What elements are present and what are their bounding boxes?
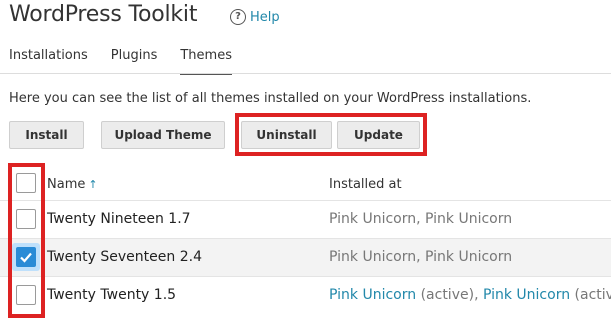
theme-name: Twenty Twenty 1.5 (47, 287, 177, 303)
table-row: Twenty Nineteen 1.7 Pink Unicorn, Pink U… (0, 200, 611, 238)
theme-name: Twenty Nineteen 1.7 (47, 211, 191, 227)
arrow-up-icon: ↑ (88, 178, 98, 191)
active-status: (active) (574, 287, 611, 303)
site-link[interactable]: Pink Unicorn (329, 287, 416, 303)
checkmark-icon (20, 252, 32, 263)
install-button[interactable]: Install (9, 121, 84, 149)
column-header-name[interactable]: Name ↑ (47, 177, 98, 192)
active-status: (active) (420, 287, 475, 303)
help-link[interactable]: ? Help (230, 9, 280, 25)
site-link[interactable]: Pink Unicorn (483, 287, 570, 303)
tab-bar: Installations Plugins Themes (9, 48, 255, 75)
installed-at: Pink Unicorn, Pink Unicorn (329, 249, 513, 265)
tab-themes[interactable]: Themes (180, 48, 232, 75)
tab-installations[interactable]: Installations (9, 48, 88, 73)
update-button[interactable]: Update (337, 121, 420, 149)
table-row: Twenty Twenty 1.5 Pink Unicorn (active),… (0, 276, 611, 314)
upload-theme-button[interactable]: Upload Theme (101, 121, 225, 149)
page-description: Here you can see the list of all themes … (9, 91, 532, 106)
tabs-divider (0, 73, 611, 74)
row-checkbox[interactable] (16, 209, 36, 229)
installed-at: Pink Unicorn (active), Pink Unicorn (act… (329, 287, 611, 303)
help-circle-icon: ? (230, 9, 246, 25)
row-checkbox[interactable] (16, 285, 36, 305)
page-title: WordPress Toolkit (9, 2, 198, 27)
column-name-label: Name (47, 177, 86, 192)
select-all-checkbox[interactable] (16, 173, 36, 193)
installed-at: Pink Unicorn, Pink Unicorn (329, 211, 513, 227)
theme-name: Twenty Seventeen 2.4 (47, 249, 202, 265)
row-checkbox[interactable] (16, 247, 36, 267)
uninstall-button[interactable]: Uninstall (241, 121, 332, 149)
table-row: Twenty Seventeen 2.4 Pink Unicorn, Pink … (0, 238, 611, 276)
column-header-installed-at: Installed at (329, 177, 402, 192)
tab-plugins[interactable]: Plugins (111, 48, 158, 73)
help-label: Help (250, 9, 280, 25)
